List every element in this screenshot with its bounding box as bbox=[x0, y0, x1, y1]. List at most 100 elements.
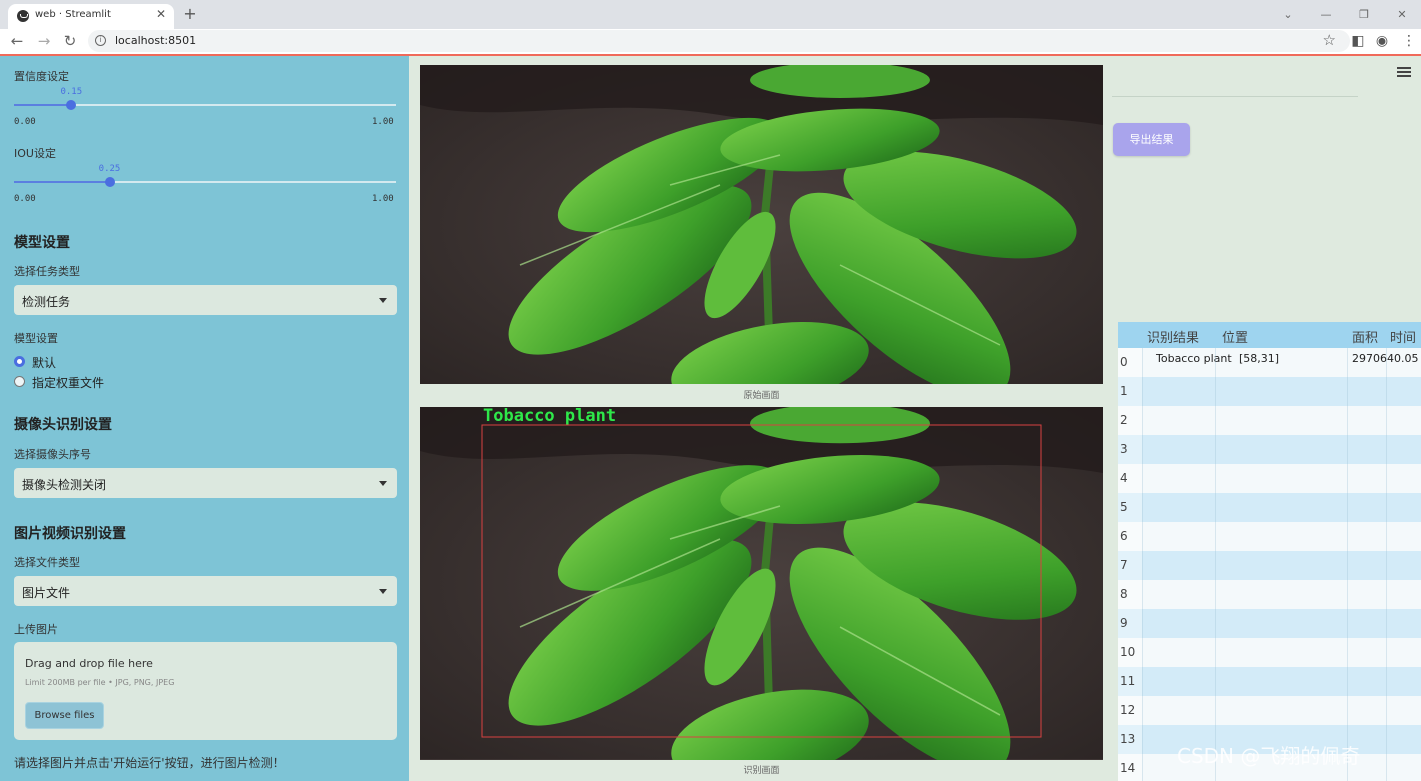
tab-search-chevron-icon[interactable]: ⌄ bbox=[1269, 0, 1307, 29]
chevron-down-icon bbox=[379, 481, 387, 486]
bookmark-star-icon[interactable]: ☆ bbox=[1323, 31, 1336, 49]
run-hint-text: 请选择图片并点击'开始运行'按钮，进行图片检测！ bbox=[14, 756, 285, 770]
table-row[interactable]: 5 bbox=[1118, 493, 1421, 522]
table-row[interactable]: 3 bbox=[1118, 435, 1421, 464]
iou-slider[interactable] bbox=[14, 177, 396, 187]
table-row[interactable]: 12 bbox=[1118, 696, 1421, 725]
header-position[interactable]: 位置 bbox=[1222, 327, 1248, 346]
sidebar: 置信度设定 0.15 0.00 1.00 IOU设定 0.25 0.00 1.0… bbox=[0, 56, 409, 781]
confidence-slider-thumb[interactable] bbox=[66, 100, 77, 110]
table-row[interactable]: 6 bbox=[1118, 522, 1421, 551]
table-row[interactable]: 0 Tobacco plant [58,31] 2970640.05 bbox=[1118, 348, 1421, 377]
original-image bbox=[420, 65, 1103, 384]
row-index: 13 bbox=[1118, 725, 1142, 754]
iou-label: IOU设定 bbox=[14, 147, 56, 160]
tab-close-icon[interactable]: ✕ bbox=[156, 7, 166, 21]
camera-section-title: 摄像头识别设置 bbox=[14, 417, 112, 433]
row-index: 5 bbox=[1118, 493, 1142, 522]
row-index: 8 bbox=[1118, 580, 1142, 609]
profile-avatar-icon[interactable]: ◉ bbox=[1373, 31, 1391, 51]
browser-tab[interactable]: web · Streamlit ✕ bbox=[8, 4, 174, 29]
chevron-down-icon bbox=[379, 298, 387, 303]
file-type-label: 选择文件类型 bbox=[14, 556, 80, 569]
close-window-icon[interactable]: ✕ bbox=[1383, 0, 1421, 29]
table-row[interactable]: 8 bbox=[1118, 580, 1421, 609]
confidence-slider-fill bbox=[14, 104, 72, 106]
file-type-value: 图片文件 bbox=[22, 586, 71, 600]
file-type-select[interactable]: 图片文件 bbox=[14, 576, 397, 606]
iou-min: 0.00 bbox=[14, 194, 36, 204]
forward-icon[interactable]: → bbox=[35, 31, 53, 51]
confidence-value: 0.15 bbox=[60, 87, 83, 97]
upload-limit-text: Limit 200MB per file • JPG, PNG, JPEG bbox=[25, 678, 175, 687]
row-index: 10 bbox=[1118, 638, 1142, 667]
column-divider bbox=[1215, 348, 1216, 781]
browse-files-button[interactable]: Browse files bbox=[25, 702, 104, 729]
row-index: 9 bbox=[1118, 609, 1142, 638]
original-image-caption: 原始画面 bbox=[743, 391, 780, 401]
iou-slider-fill bbox=[14, 181, 110, 183]
confidence-label: 置信度设定 bbox=[14, 70, 69, 83]
table-row[interactable]: 4 bbox=[1118, 464, 1421, 493]
task-type-select[interactable]: 检测任务 bbox=[14, 285, 397, 315]
restore-icon[interactable]: ❐ bbox=[1345, 0, 1383, 29]
confidence-min: 0.00 bbox=[14, 117, 36, 127]
table-row[interactable]: 9 bbox=[1118, 609, 1421, 638]
header-result[interactable]: 识别结果 bbox=[1147, 327, 1199, 346]
confidence-max: 1.00 bbox=[372, 117, 394, 127]
file-uploader-dropzone[interactable]: Drag and drop file here Limit 200MB per … bbox=[14, 642, 397, 740]
browser-menu-icon[interactable]: ⋮ bbox=[1400, 31, 1418, 51]
row-index: 12 bbox=[1118, 696, 1142, 725]
tab-title: web · Streamlit bbox=[35, 9, 111, 20]
hamburger-menu-icon[interactable] bbox=[1397, 67, 1411, 79]
row-index: 0 bbox=[1118, 348, 1142, 377]
csdn-watermark: CSDN @飞翔的佩奇 bbox=[1177, 744, 1361, 768]
table-row[interactable]: 2 bbox=[1118, 406, 1421, 435]
site-info-icon[interactable]: i bbox=[95, 35, 106, 46]
header-area[interactable]: 面积 bbox=[1352, 327, 1378, 346]
task-type-label: 选择任务类型 bbox=[14, 265, 80, 278]
results-table[interactable]: 识别结果 位置 面积 时间 0 Tobacco plant [58,31] 29706… bbox=[1118, 322, 1421, 781]
camera-select[interactable]: 摄像头检测关闭 bbox=[14, 468, 397, 498]
iou-slider-thumb[interactable] bbox=[104, 177, 115, 187]
side-panel-icon[interactable]: ◧ bbox=[1349, 31, 1367, 51]
address-bar[interactable]: i localhost:8501 ☆ bbox=[88, 30, 1350, 52]
radio-custom-weights-dot[interactable] bbox=[14, 376, 25, 387]
radio-default-label: 默认 bbox=[32, 356, 57, 370]
media-section-title: 图片视频识别设置 bbox=[14, 526, 126, 542]
column-divider bbox=[1347, 348, 1348, 781]
url-text[interactable]: localhost:8501 bbox=[115, 34, 196, 47]
table-row[interactable]: 7 bbox=[1118, 551, 1421, 580]
iou-max: 1.00 bbox=[372, 194, 394, 204]
window-controls: ⌄ — ❐ ✕ bbox=[1269, 0, 1421, 29]
model-setting-label: 模型设置 bbox=[14, 332, 58, 345]
minimize-icon[interactable]: — bbox=[1307, 0, 1345, 29]
table-row[interactable]: 1 bbox=[1118, 377, 1421, 406]
browser-tab-bar: web · Streamlit ✕ + ⌄ — ❐ ✕ bbox=[0, 0, 1421, 29]
row-index: 3 bbox=[1118, 435, 1142, 464]
radio-custom-weights-label: 指定权重文件 bbox=[32, 376, 105, 390]
upload-label: 上传图片 bbox=[14, 623, 58, 636]
row-index: 2 bbox=[1118, 406, 1142, 435]
detected-image: Tobacco plant bbox=[420, 407, 1103, 760]
row-index: 11 bbox=[1118, 667, 1142, 696]
model-section-title: 模型设置 bbox=[14, 235, 70, 251]
browser-toolbar: ← → ↻ i localhost:8501 ☆ ◧ ◉ ⋮ bbox=[0, 29, 1421, 54]
row-index: 4 bbox=[1118, 464, 1142, 493]
row-index: 7 bbox=[1118, 551, 1142, 580]
back-icon[interactable]: ← bbox=[8, 31, 26, 51]
export-results-button[interactable]: 导出结果 bbox=[1113, 123, 1190, 156]
reload-icon[interactable]: ↻ bbox=[61, 31, 79, 51]
column-divider bbox=[1142, 348, 1143, 781]
camera-value: 摄像头检测关闭 bbox=[22, 478, 107, 492]
table-row[interactable]: 11 bbox=[1118, 667, 1421, 696]
row-index: 1 bbox=[1118, 377, 1142, 406]
confidence-slider[interactable] bbox=[14, 100, 396, 110]
radio-default-dot[interactable] bbox=[14, 356, 25, 367]
table-row[interactable]: 10 bbox=[1118, 638, 1421, 667]
new-tab-icon[interactable]: + bbox=[181, 4, 199, 23]
drag-drop-text: Drag and drop file here bbox=[25, 657, 153, 670]
column-divider bbox=[1386, 348, 1387, 781]
chevron-down-icon bbox=[379, 589, 387, 594]
header-time[interactable]: 时间 bbox=[1390, 327, 1416, 346]
